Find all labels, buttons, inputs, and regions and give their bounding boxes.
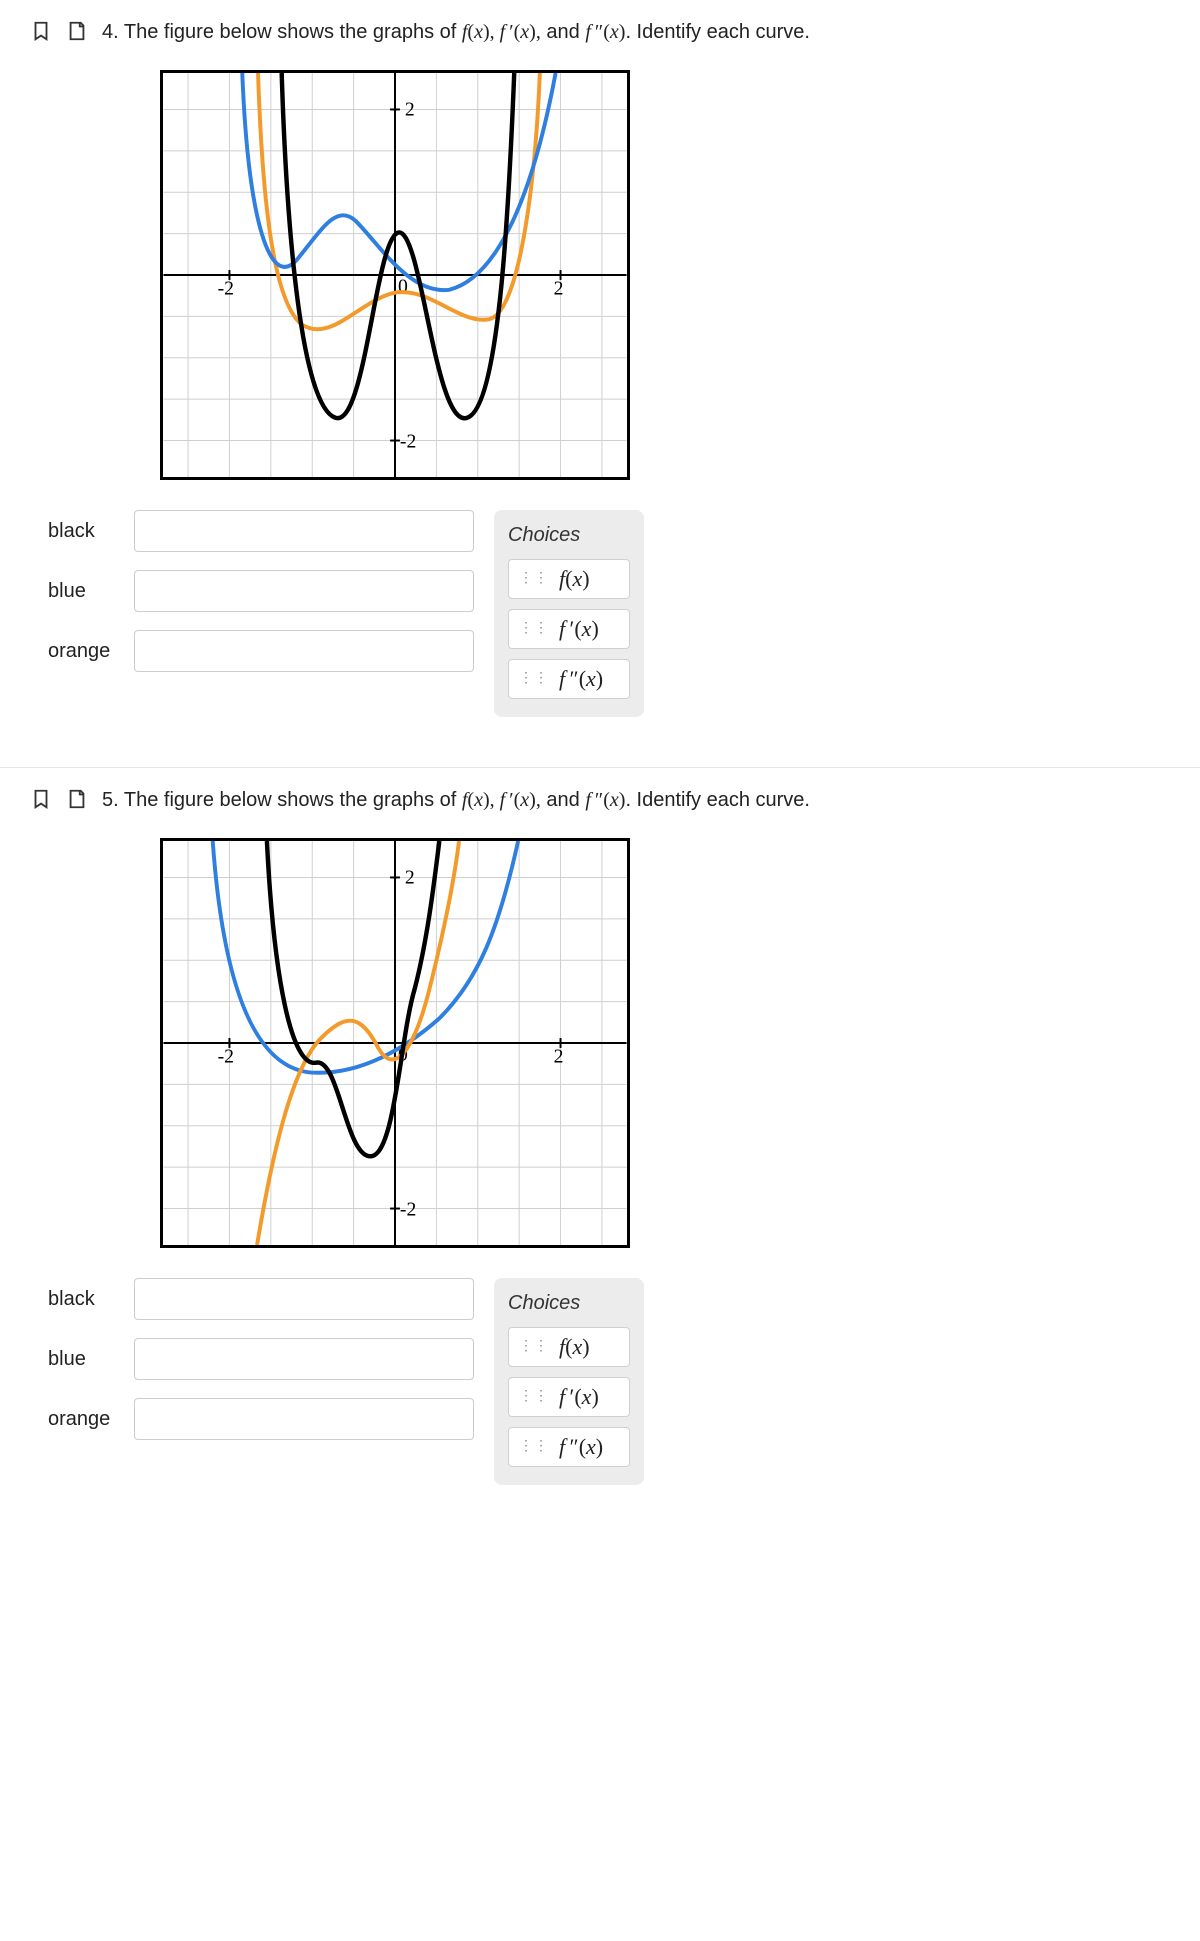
svg-text:2: 2 [405,866,415,888]
grip-icon: ⋮⋮ [519,1390,549,1404]
question-5-header: 5. The figure below shows the graphs of … [30,786,1170,814]
question-4-answers: black blue orange Choices ⋮⋮ f(x) ⋮⋮ f ′… [48,510,1170,717]
grip-icon: ⋮⋮ [519,572,549,586]
question-prompt-prefix: The figure below shows the graphs of [124,789,462,811]
question-5-graph: -22 2-2 0 [160,838,1170,1248]
choice-label: f ″(x) [559,666,603,692]
svg-text:-2: -2 [400,1198,416,1220]
slot-label: black [48,1288,118,1311]
slot-label: blue [48,580,118,603]
dropzone-blue[interactable] [134,1338,474,1380]
svg-text:2: 2 [554,1046,564,1068]
slot-row-blue: blue [48,570,474,612]
bookmark-icon[interactable] [30,20,52,42]
question-4-header: 4. The figure below shows the graphs of … [30,18,1170,46]
choice-fprime[interactable]: ⋮⋮ f ′(x) [508,1377,630,1417]
choice-f2prime[interactable]: ⋮⋮ f ″(x) [508,1427,630,1467]
slot-label: orange [48,1408,118,1431]
graph-svg: -2 2 2 -2 0 [160,70,630,480]
slot-row-blue: blue [48,1338,474,1380]
choices-title: Choices [508,1292,630,1315]
grip-icon: ⋮⋮ [519,1340,549,1354]
question-number: 5. [102,789,119,811]
note-icon[interactable] [66,788,88,810]
dropzone-black[interactable] [134,1278,474,1320]
svg-text:2: 2 [554,278,564,300]
slot-row-orange: orange [48,1398,474,1440]
dropzone-black[interactable] [134,510,474,552]
bookmark-icon[interactable] [30,788,52,810]
question-5: 5. The figure below shows the graphs of … [0,768,1200,1535]
answer-slots: black blue orange [48,1278,474,1440]
choice-f2prime[interactable]: ⋮⋮ f ″(x) [508,659,630,699]
question-number: 4. [102,21,119,43]
svg-text:0: 0 [398,276,408,298]
slot-label: black [48,520,118,543]
svg-text:-2: -2 [400,430,416,452]
choice-label: f ′(x) [559,616,599,642]
question-4-text: 4. The figure below shows the graphs of … [102,18,810,46]
dropzone-orange[interactable] [134,1398,474,1440]
choice-label: f(x) [559,566,590,592]
grip-icon: ⋮⋮ [519,1440,549,1454]
answer-slots: black blue orange [48,510,474,672]
question-prompt-suffix: Identify each curve. [631,789,810,811]
slot-row-orange: orange [48,630,474,672]
svg-text:2: 2 [405,98,415,120]
question-prompt-math: f(x), f ′(x), [462,21,541,43]
dropzone-blue[interactable] [134,570,474,612]
choice-fprime[interactable]: ⋮⋮ f ′(x) [508,609,630,649]
choices-panel: Choices ⋮⋮ f(x) ⋮⋮ f ′(x) ⋮⋮ f ″(x) [494,1278,644,1485]
question-prompt-prefix: The figure below shows the graphs of [124,21,462,43]
dropzone-orange[interactable] [134,630,474,672]
question-5-text: 5. The figure below shows the graphs of … [102,786,810,814]
slot-row-black: black [48,1278,474,1320]
choice-label: f(x) [559,1334,590,1360]
grip-icon: ⋮⋮ [519,672,549,686]
svg-text:-2: -2 [218,278,234,300]
choice-label: f ′(x) [559,1384,599,1410]
question-4-graph: -2 2 2 -2 0 [160,70,1170,480]
choices-panel: Choices ⋮⋮ f(x) ⋮⋮ f ′(x) ⋮⋮ f ″(x) [494,510,644,717]
slot-label: orange [48,640,118,663]
choices-title: Choices [508,524,630,547]
svg-text:-2: -2 [218,1046,234,1068]
question-4: 4. The figure below shows the graphs of … [0,0,1200,768]
question-prompt-math: f(x), f ′(x), [462,789,541,811]
note-icon[interactable] [66,20,88,42]
slot-label: blue [48,1348,118,1371]
graph-svg: -22 2-2 0 [160,838,630,1248]
choice-fx[interactable]: ⋮⋮ f(x) [508,1327,630,1367]
grip-icon: ⋮⋮ [519,622,549,636]
question-5-answers: black blue orange Choices ⋮⋮ f(x) ⋮⋮ f ′… [48,1278,1170,1485]
choice-fx[interactable]: ⋮⋮ f(x) [508,559,630,599]
slot-row-black: black [48,510,474,552]
question-prompt-suffix: Identify each curve. [631,21,810,43]
choice-label: f ″(x) [559,1434,603,1460]
